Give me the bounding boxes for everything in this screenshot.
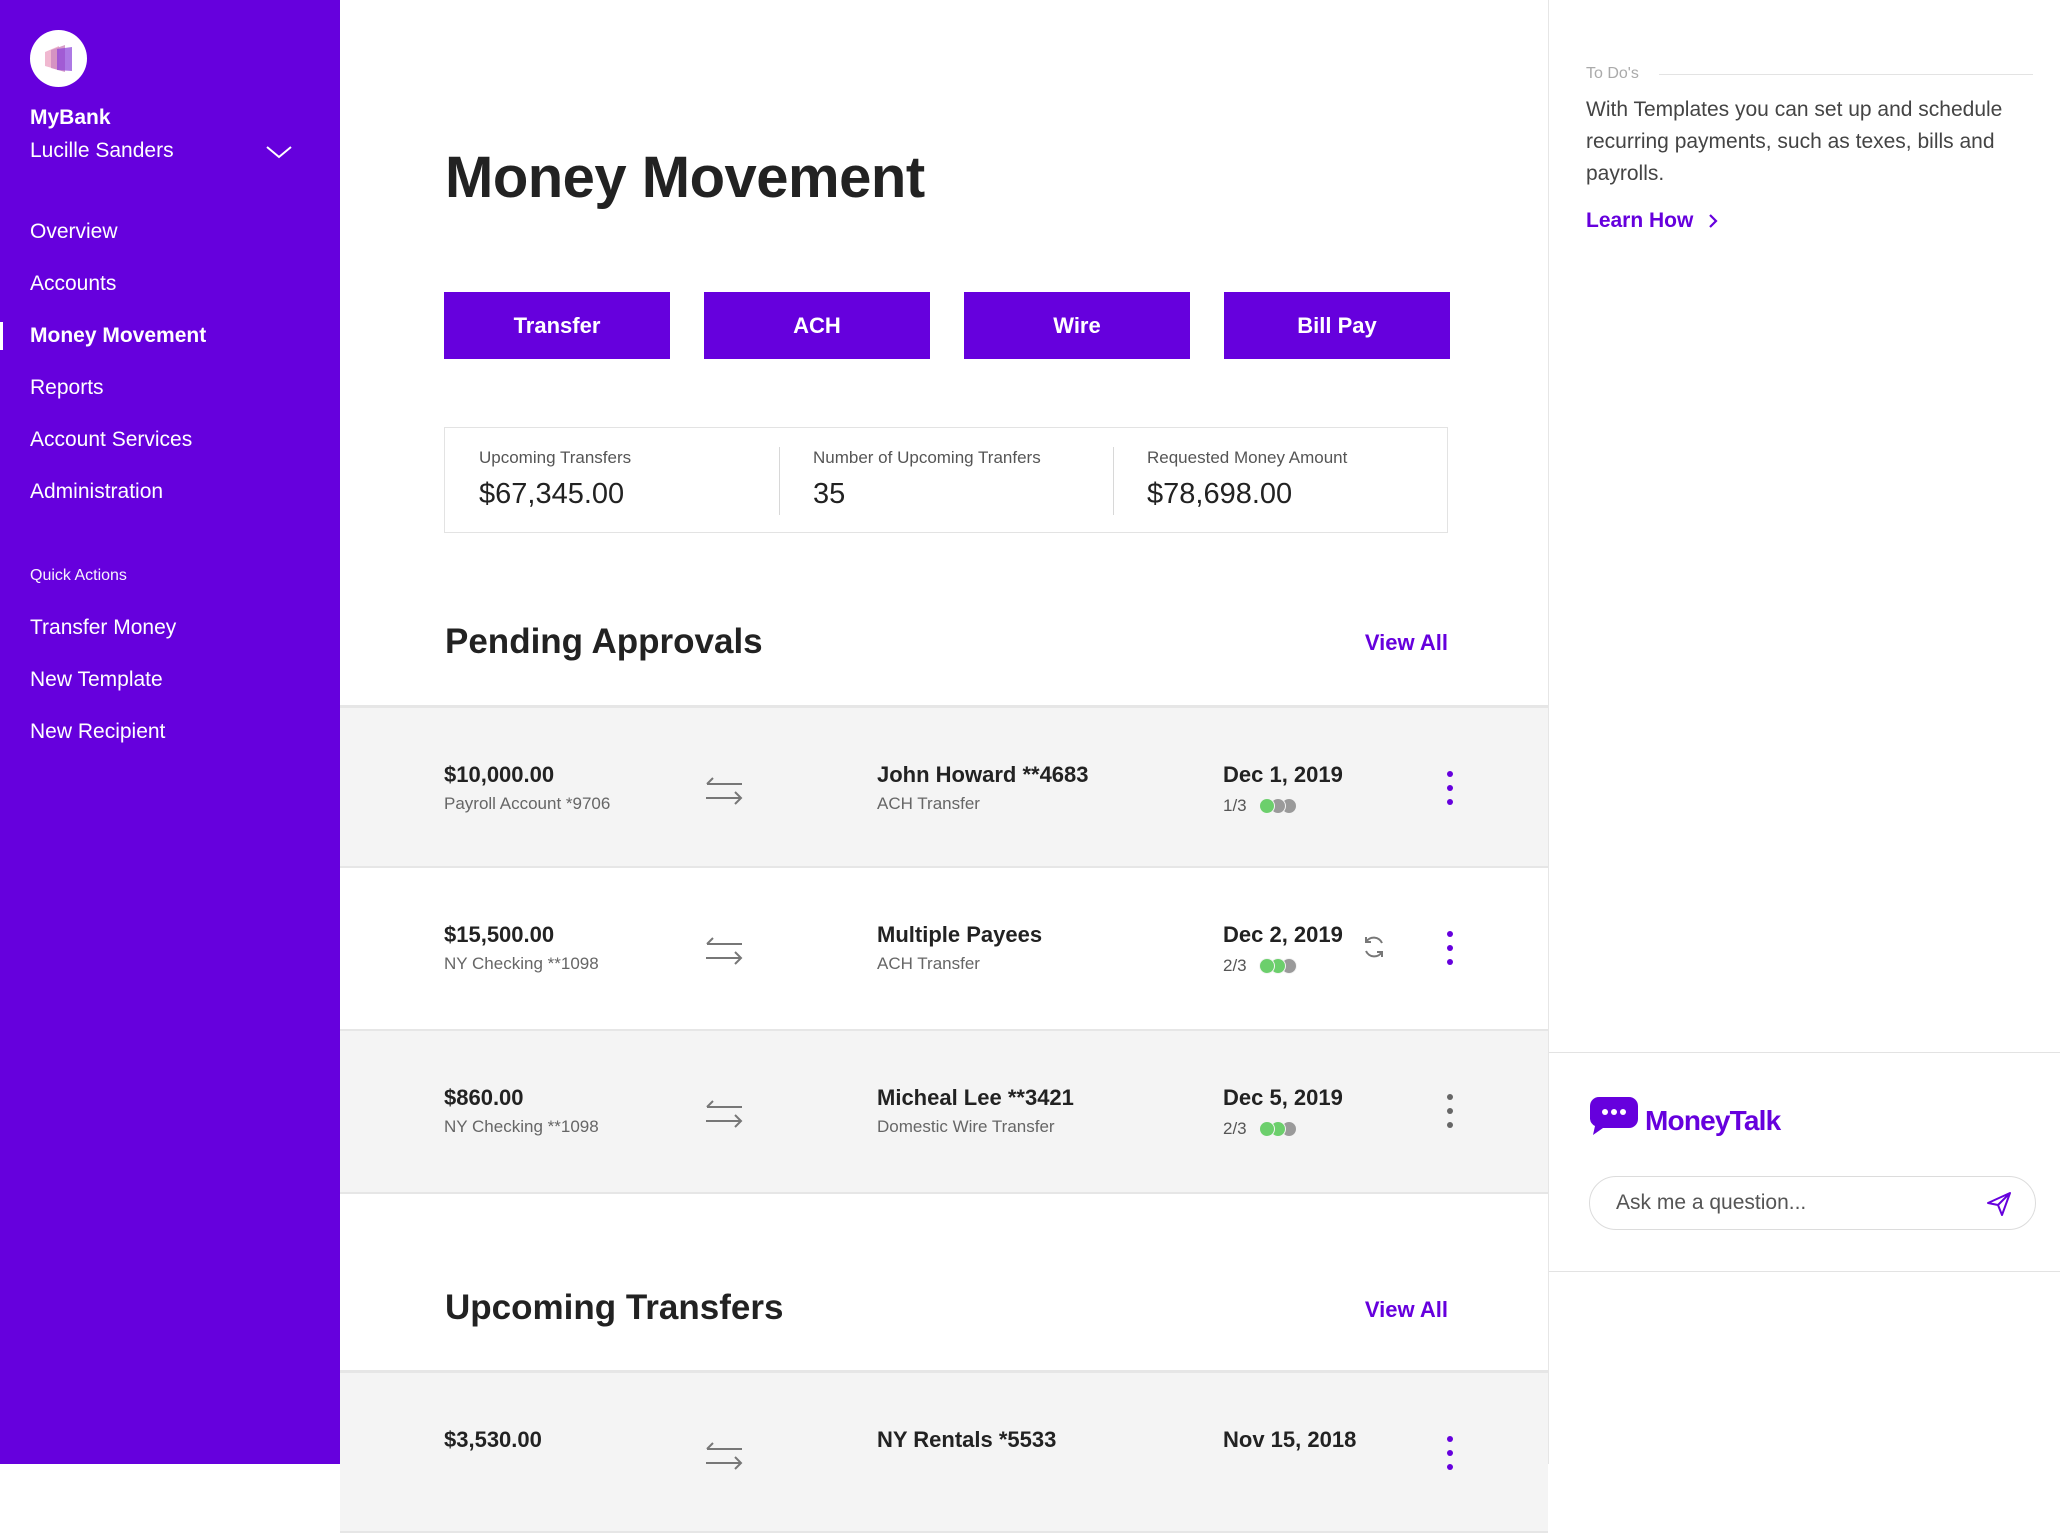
transfer-type: ACH Transfer [877, 794, 980, 813]
quick-actions: Transfer Money New Template New Recipient [0, 608, 340, 764]
transfer-amount: $10,000.00 [444, 762, 555, 787]
transfer-arrows-icon [706, 777, 743, 805]
approval-dots [1258, 958, 1303, 974]
chat-bubble-icon [1590, 1097, 1638, 1135]
approval-dot [1258, 1121, 1275, 1137]
pending-view-all-link[interactable]: View All [1365, 630, 1448, 656]
transfer-amount: $3,530.00 [444, 1427, 542, 1452]
from-account: NY Checking **1098 [444, 1117, 599, 1136]
from-account: NY Checking **1098 [444, 954, 599, 973]
sidebar-nav: Overview Accounts Money Movement Reports Acc… [0, 212, 340, 524]
approval-count: 1/3 [1223, 796, 1247, 815]
table-row[interactable]: $10,000.00 Payroll Account *9706 John Howa… [340, 705, 1548, 868]
refresh-icon[interactable] [1361, 934, 1387, 960]
quick-action-new-recipient[interactable]: New Recipient [0, 712, 340, 764]
sidebar-item-administration[interactable]: Administration [0, 472, 340, 524]
approval-count: 2/3 [1223, 956, 1247, 975]
from-account: Payroll Account *9706 [444, 794, 611, 813]
transfer-arrows-icon [706, 1442, 743, 1470]
payee-name: Micheal Lee **3421 [877, 1085, 1074, 1110]
table-row[interactable]: $3,530.00 NY Rentals *5533 Nov 15, 2018 [340, 1370, 1548, 1533]
approval-dots [1258, 1121, 1303, 1137]
upcoming-transfers-title: Upcoming Transfers [445, 1288, 784, 1327]
more-options-icon[interactable] [1444, 768, 1456, 808]
transfer-arrows-icon [706, 937, 743, 965]
bank-name: MyBank [30, 106, 111, 129]
right-panel: To Do's With Templates you can set up an… [1548, 0, 2060, 1464]
upcoming-transfers-list: $3,530.00 NY Rentals *5533 Nov 15, 2018 [340, 1370, 1548, 1533]
transfer-type: Domestic Wire Transfer [877, 1117, 1055, 1136]
transfer-amount: $15,500.00 [444, 922, 555, 947]
transfer-amount: $860.00 [444, 1085, 524, 1110]
more-options-icon[interactable] [1444, 928, 1456, 968]
chevron-right-icon [1709, 214, 1718, 228]
action-buttons: Transfer ACH Wire Bill Pay [444, 292, 1450, 359]
sidebar-item-accounts[interactable]: Accounts [0, 264, 340, 316]
approval-status: 1/3 [1223, 796, 1303, 816]
summary-stat: Upcoming Transfers $67,345.00 [445, 428, 779, 532]
approval-dot [1258, 798, 1275, 814]
upcoming-view-all-link[interactable]: View All [1365, 1297, 1448, 1323]
send-icon[interactable] [1985, 1190, 2013, 1218]
stat-label: Requested Money Amount [1147, 448, 1348, 467]
approval-status: 2/3 [1223, 1119, 1303, 1139]
transfer-date: Dec 5, 2019 [1223, 1085, 1343, 1110]
summary-stat: Requested Money Amount $78,698.00 [1113, 428, 1447, 532]
sidebar-item-reports[interactable]: Reports [0, 368, 340, 420]
transfer-type: ACH Transfer [877, 954, 980, 973]
approval-dot [1258, 958, 1275, 974]
moneytalk-input[interactable] [1614, 1177, 1964, 1229]
chevron-down-icon[interactable] [264, 142, 294, 162]
moneytalk-name: MoneyTalk [1645, 1105, 1781, 1136]
sidebar-item-overview[interactable]: Overview [0, 212, 340, 264]
page-title: Money Movement [445, 145, 925, 210]
moneytalk-widget: MoneyTalk [1549, 1052, 2060, 1272]
quick-action-new-template[interactable]: New Template [0, 660, 340, 712]
user-name[interactable]: Lucille Sanders [30, 139, 174, 163]
sidebar-item-money-movement[interactable]: Money Movement [0, 316, 340, 368]
payee-name: John Howard **4683 [877, 762, 1089, 787]
divider [1658, 73, 2033, 75]
todo-label: To Do's [1586, 65, 1639, 82]
transfer-date: Nov 15, 2018 [1223, 1427, 1357, 1452]
bank-logo-icon [44, 44, 72, 72]
transfer-date: Dec 1, 2019 [1223, 762, 1343, 787]
stat-value: $78,698.00 [1147, 478, 1293, 510]
transfer-button[interactable]: Transfer [444, 292, 670, 359]
more-options-icon[interactable] [1444, 1091, 1456, 1131]
stat-value: $67,345.00 [479, 478, 625, 510]
approval-count: 2/3 [1223, 1119, 1247, 1138]
approval-dots [1258, 798, 1303, 814]
quick-actions-title: Quick Actions [30, 567, 127, 584]
table-row[interactable]: $860.00 NY Checking **1098 Micheal Lee **3… [340, 1031, 1548, 1194]
stat-label: Number of Upcoming Tranfers [813, 448, 1041, 467]
moneytalk-input-container [1589, 1176, 2036, 1230]
summary-stat: Number of Upcoming Tranfers 35 [779, 428, 1113, 532]
payee-name: NY Rentals *5533 [877, 1427, 1057, 1452]
todo-header: To Do's [1586, 65, 2033, 83]
payee-name: Multiple Payees [877, 922, 1043, 947]
sidebar-item-account-services[interactable]: Account Services [0, 420, 340, 472]
more-options-icon[interactable] [1444, 1433, 1456, 1473]
quick-action-transfer-money[interactable]: Transfer Money [0, 608, 340, 660]
table-row[interactable]: $15,500.00 NY Checking **1098 Multiple Pay… [340, 868, 1548, 1031]
learn-how-label: Learn How [1586, 209, 1694, 232]
approval-status: 2/3 [1223, 956, 1303, 976]
sidebar: MyBank Lucille Sanders Overview Accounts M… [0, 0, 340, 1464]
main-content: Money Movement Transfer ACH Wire Bill Pay U… [340, 0, 1548, 1533]
stat-value: 35 [813, 478, 846, 510]
moneytalk-logo: MoneyTalk [1589, 1095, 1781, 1137]
pending-approvals-title: Pending Approvals [445, 622, 763, 661]
bill-pay-button[interactable]: Bill Pay [1224, 292, 1450, 359]
transfer-date: Dec 2, 2019 [1223, 922, 1343, 947]
wire-button[interactable]: Wire [964, 292, 1190, 359]
ach-button[interactable]: ACH [704, 292, 930, 359]
todo-text: With Templates you can set up and schedu… [1586, 98, 2003, 185]
pending-approvals-list: $10,000.00 Payroll Account *9706 John Howa… [340, 705, 1548, 1194]
summary-card: Upcoming Transfers $67,345.00 Number of Up… [444, 427, 1448, 533]
stat-label: Upcoming Transfers [479, 448, 632, 467]
learn-how-link[interactable]: Learn How [1586, 209, 1719, 233]
bank-logo[interactable] [30, 30, 87, 87]
transfer-arrows-icon [706, 1100, 743, 1128]
